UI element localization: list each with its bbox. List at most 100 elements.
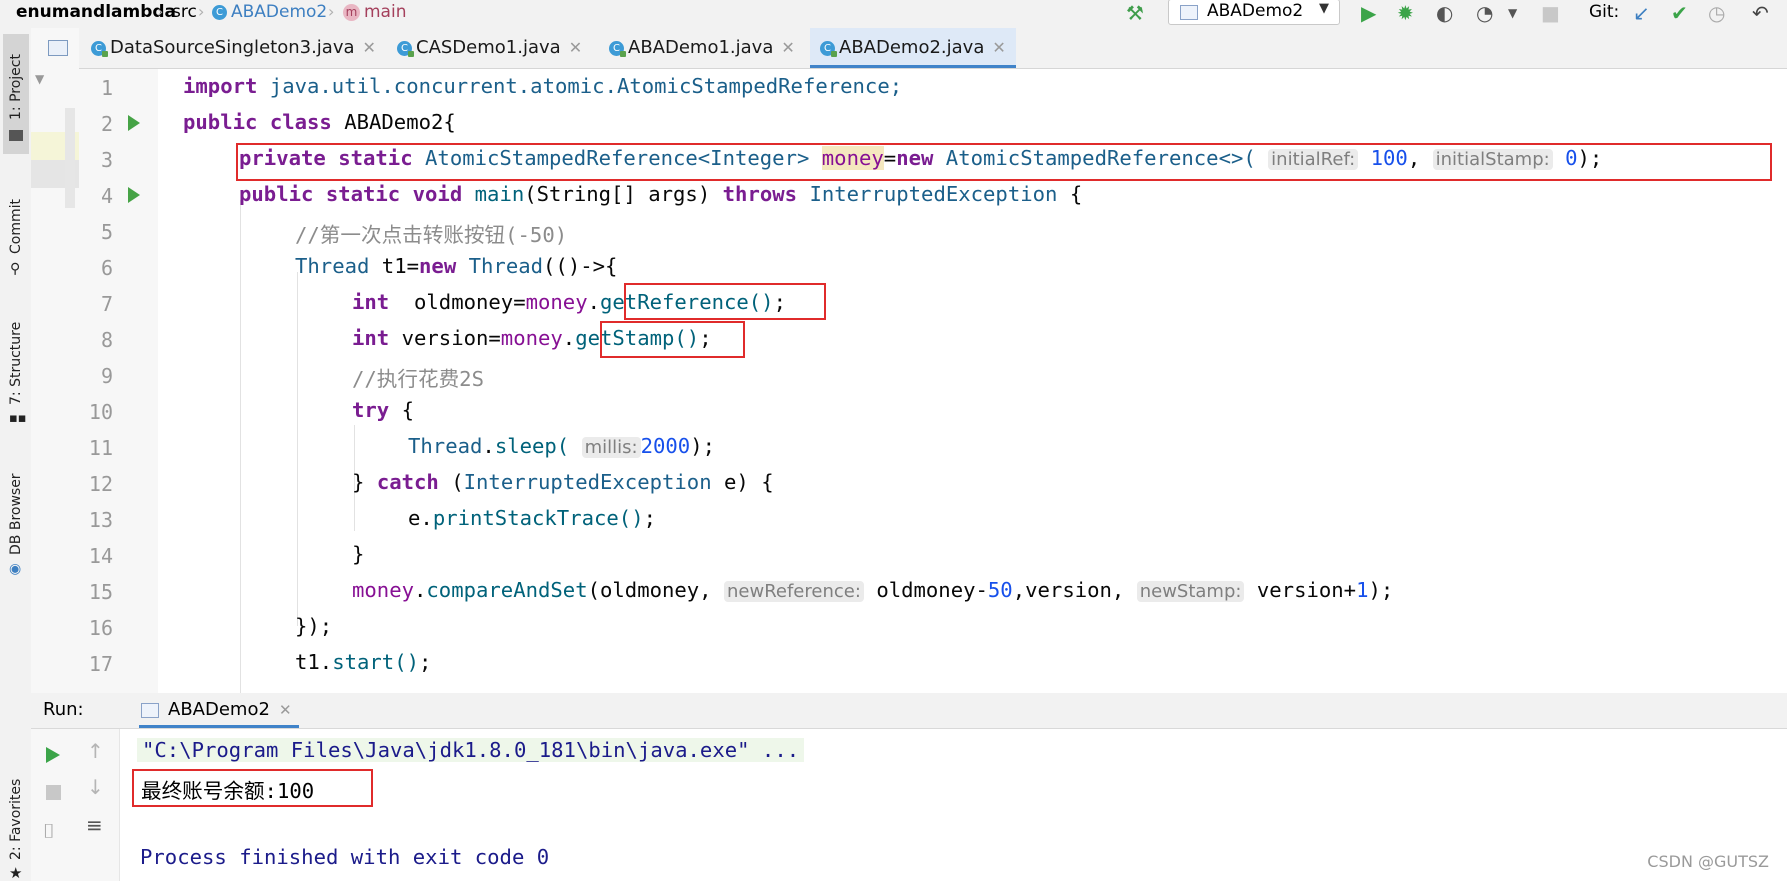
code-text: e) { bbox=[711, 470, 774, 494]
run-gutter-icon[interactable] bbox=[128, 115, 140, 131]
close-icon[interactable]: ✕ bbox=[992, 38, 1005, 57]
run-configuration-select[interactable]: ABADemo2 ▼ bbox=[1168, 0, 1340, 25]
git-update-icon[interactable]: ↙ bbox=[1633, 2, 1650, 24]
tab-abademo2[interactable]: C ABADemo2.java ✕ bbox=[810, 28, 1016, 68]
build-hammer-icon[interactable]: ⚒ bbox=[1126, 2, 1144, 24]
highlight-box bbox=[624, 283, 826, 320]
keyword: class bbox=[269, 110, 332, 134]
close-icon[interactable]: ✕ bbox=[781, 38, 794, 57]
tab-datasourcesingleton3[interactable]: C DataSourceSingleton3.java ✕ bbox=[91, 28, 376, 68]
git-rollback-icon[interactable]: ↶ bbox=[1752, 2, 1769, 24]
line-number: 1 bbox=[100, 76, 113, 100]
breadcrumb-file-label: ABADemo2 bbox=[231, 2, 328, 22]
field-name: money bbox=[500, 326, 563, 350]
stop-icon[interactable] bbox=[46, 785, 61, 800]
coverage-icon[interactable]: ◐ bbox=[1436, 2, 1453, 24]
type-name: Thread bbox=[295, 254, 370, 278]
code-text: ( bbox=[438, 470, 464, 494]
code-text: ; bbox=[419, 650, 432, 674]
keyword: import bbox=[183, 74, 258, 98]
tab-label: ABADemo1.java bbox=[628, 37, 774, 58]
field-name: money bbox=[525, 290, 588, 314]
method-icon: m bbox=[343, 3, 360, 21]
git-commit-icon[interactable]: ✔ bbox=[1671, 2, 1688, 24]
console-exit-line: Process finished with exit code 0 bbox=[140, 845, 550, 869]
line-number: 15 bbox=[88, 580, 113, 604]
rerun-icon[interactable] bbox=[46, 747, 60, 763]
code-text: { bbox=[1057, 182, 1083, 206]
close-icon[interactable]: ✕ bbox=[569, 38, 582, 57]
chevron-down-icon[interactable]: ▼ bbox=[35, 72, 44, 86]
chevron-down-icon[interactable]: ▼ bbox=[1508, 2, 1517, 24]
stop-icon[interactable]: ■ bbox=[1541, 2, 1560, 24]
highlight-box bbox=[132, 769, 373, 807]
line-number: 7 bbox=[100, 292, 113, 316]
tab-label: ABADemo2.java bbox=[839, 37, 985, 58]
database-icon: ◉ bbox=[9, 561, 22, 577]
line-number: 2 bbox=[100, 112, 113, 136]
method-name: printStackTrace() bbox=[432, 506, 644, 530]
soft-wrap-icon[interactable]: ≡ bbox=[86, 813, 103, 837]
debug-icon[interactable]: ✹ bbox=[1397, 2, 1414, 24]
code-text: . bbox=[482, 434, 495, 458]
run-gutter-icon[interactable] bbox=[128, 187, 140, 203]
breadcrumb-separator: › bbox=[157, 2, 164, 21]
code-text: . bbox=[414, 578, 427, 602]
run-tab-label: ABADemo2 bbox=[168, 699, 270, 720]
line-number: 10 bbox=[88, 400, 113, 424]
scrollbar[interactable] bbox=[65, 108, 75, 208]
close-icon[interactable]: ✕ bbox=[363, 38, 376, 57]
run-panel-header: Run: ABADemo2 ✕ bbox=[31, 693, 1787, 729]
keyword: throws bbox=[722, 182, 798, 206]
code-line-10: try { bbox=[352, 398, 414, 422]
class-icon: C bbox=[820, 40, 837, 57]
code-text: }); bbox=[295, 614, 333, 638]
code-line-4: public static void main(String[] args) t… bbox=[239, 182, 1082, 206]
type-name: Thread bbox=[468, 254, 544, 278]
line-number: 6 bbox=[100, 256, 113, 280]
breadcrumb-file[interactable]: C ABADemo2 bbox=[212, 2, 327, 22]
code-text: (oldmoney, bbox=[587, 578, 724, 602]
code-text: e. bbox=[408, 506, 433, 530]
arrow-up-icon[interactable]: ↑ bbox=[87, 739, 104, 763]
project-view-icon[interactable] bbox=[48, 40, 68, 56]
code-text: t1= bbox=[369, 254, 420, 278]
code-text: } bbox=[352, 542, 365, 566]
commit-icon: ⚲ bbox=[10, 261, 21, 277]
line-number: 3 bbox=[100, 148, 113, 172]
code-line-17: t1.start(); bbox=[295, 650, 431, 674]
code-line-16: }); bbox=[295, 614, 332, 638]
method-name: main bbox=[474, 182, 525, 206]
tab-abademo1[interactable]: C ABADemo1.java ✕ bbox=[609, 28, 795, 68]
camera-icon[interactable]: ⌷ bbox=[43, 819, 55, 843]
tool-tab-structure-label: 7: Structure bbox=[8, 321, 24, 405]
project-panel-collapsed: ▼ bbox=[31, 28, 80, 693]
run-icon[interactable]: ▶ bbox=[1361, 2, 1376, 24]
navigation-bar: enumandlambda › src › C ABADemo2 › m main … bbox=[0, 0, 1787, 29]
breadcrumb-method-label: main bbox=[364, 2, 407, 22]
run-label: Run: bbox=[43, 699, 84, 720]
tool-tab-structure[interactable]: 7: Structure ▪▪ bbox=[3, 293, 29, 433]
tool-tab-project[interactable]: 1: Project bbox=[3, 34, 29, 154]
profile-icon[interactable]: ◔ bbox=[1476, 2, 1493, 24]
code-text: version= bbox=[389, 326, 501, 350]
breadcrumb-method[interactable]: m main bbox=[343, 2, 406, 22]
parameter-hint: newReference: bbox=[723, 581, 864, 602]
tool-tab-db-browser-label: DB Browser bbox=[8, 473, 24, 555]
class-icon: C bbox=[212, 4, 227, 20]
close-icon[interactable]: ✕ bbox=[279, 701, 292, 719]
type-name: Thread bbox=[408, 434, 483, 458]
tool-tab-favorites[interactable]: 2: Favorites ★ bbox=[3, 768, 29, 882]
class-icon: C bbox=[609, 40, 626, 57]
tool-tab-db-browser[interactable]: DB Browser ◉ bbox=[3, 453, 29, 583]
tab-casdemo1[interactable]: C CASDemo1.java ✕ bbox=[397, 28, 582, 68]
run-configuration-label: ABADemo2 bbox=[1207, 1, 1304, 21]
code-text: oldmoney= bbox=[389, 290, 526, 314]
breadcrumb-project[interactable]: enumandlambda bbox=[16, 2, 176, 22]
tool-tab-commit[interactable]: Commit ⚲ bbox=[3, 166, 29, 286]
git-history-icon[interactable]: ◷ bbox=[1708, 2, 1725, 24]
arrow-down-icon[interactable]: ↓ bbox=[87, 775, 104, 799]
code-text: t1. bbox=[295, 650, 333, 674]
run-toolbar-secondary: ↑ ↓ ≡ bbox=[77, 729, 120, 881]
breadcrumb-src[interactable]: src bbox=[172, 2, 197, 22]
